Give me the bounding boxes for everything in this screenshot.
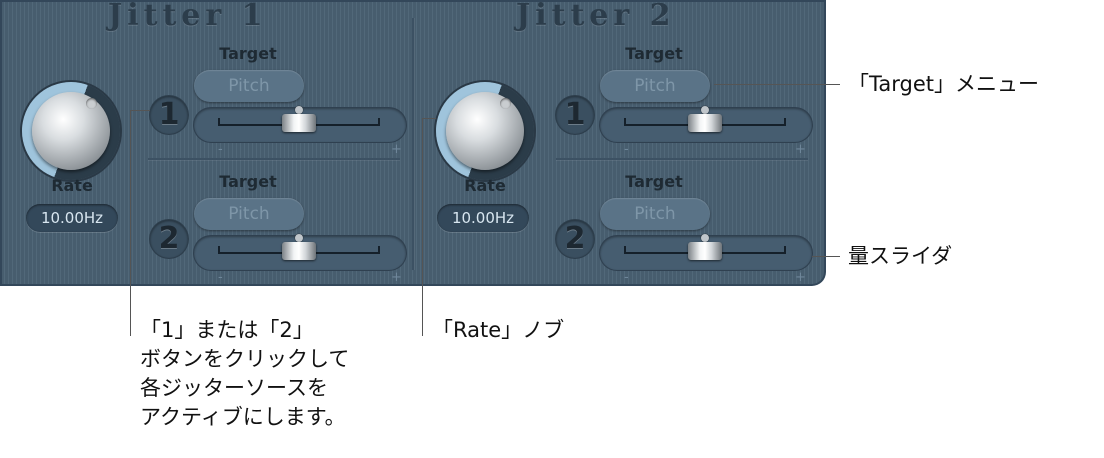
- amount-slider-leader-line: [812, 256, 840, 257]
- jitter1-source2-target-label: Target: [219, 172, 277, 191]
- slider-thumb[interactable]: [282, 114, 316, 132]
- jitter1-source2-amount-slider[interactable]: [194, 234, 406, 270]
- jitter2-source1-button[interactable]: 1: [556, 96, 594, 134]
- knob-cap: [32, 92, 110, 170]
- target-menu-callout: 「Target」メニュー: [848, 72, 1039, 96]
- slider-minus-label: -: [624, 142, 629, 157]
- section-divider: [412, 18, 414, 270]
- jitter1-source2-target-menu[interactable]: Pitch: [194, 198, 304, 230]
- jitter2-source1-target-menu[interactable]: Pitch: [600, 70, 710, 102]
- jitter2-source1-target-label: Target: [625, 44, 683, 63]
- slider-thumb[interactable]: [688, 114, 722, 132]
- slider-plus-label: +: [391, 270, 402, 285]
- jitter2-rate-value[interactable]: 10.00Hz: [437, 204, 529, 232]
- knob-indicator-dot: [500, 98, 511, 109]
- slider-thumb[interactable]: [282, 242, 316, 260]
- jitter2-rate-label: Rate: [464, 176, 506, 195]
- slider-center-dot: [701, 234, 709, 242]
- rate-knob-leader-line: [422, 118, 423, 336]
- jitter-plugin-panel: Jitter 1 Rate 10.00Hz 1 Target Pitch - +…: [0, 0, 826, 286]
- source-divider: [556, 158, 808, 160]
- slider-center-dot: [701, 106, 709, 114]
- jitter2-source2-target-label: Target: [625, 172, 683, 191]
- rate-knob-callout: 「Rate」ノブ: [432, 318, 565, 342]
- slider-minus-label: -: [624, 270, 629, 285]
- source-divider: [148, 158, 400, 160]
- slider-plus-label: +: [795, 270, 806, 285]
- jitter1-rate-label: Rate: [51, 176, 93, 195]
- source-buttons-callout: 「1」または「2」 ボタンをクリックして 各ジッターソースを アクティブにします…: [140, 318, 350, 429]
- amount-slider-callout: 量スライダ: [848, 244, 953, 268]
- jitter2-title: Jitter 2: [516, 0, 676, 33]
- slider-plus-label: +: [391, 142, 402, 157]
- rate-knob-leader-tick: [422, 118, 436, 119]
- slider-thumb[interactable]: [688, 242, 722, 260]
- jitter1-source1-target-label: Target: [219, 44, 277, 63]
- slider-center-dot: [295, 106, 303, 114]
- slider-center-dot: [295, 234, 303, 242]
- source-buttons-leader-line: [130, 110, 131, 336]
- jitter2-source1-amount-slider[interactable]: [600, 106, 812, 142]
- target-menu-leader-line: [714, 84, 840, 85]
- slider-minus-label: -: [218, 142, 223, 157]
- slider-minus-label: -: [218, 270, 223, 285]
- knob-indicator-dot: [86, 98, 97, 109]
- jitter1-source1-amount-slider[interactable]: [194, 106, 406, 142]
- jitter1-rate-knob[interactable]: [22, 82, 120, 180]
- jitter2-source2-target-menu[interactable]: Pitch: [600, 198, 710, 230]
- jitter1-source2-button[interactable]: 2: [150, 220, 188, 258]
- slider-plus-label: +: [795, 142, 806, 157]
- jitter1-rate-value[interactable]: 10.00Hz: [26, 204, 118, 232]
- jitter2-source2-button[interactable]: 2: [556, 220, 594, 258]
- source-buttons-leader-tick: [130, 110, 150, 111]
- jitter2-rate-knob[interactable]: [436, 82, 534, 180]
- jitter1-title: Jitter 1: [108, 0, 268, 33]
- jitter1-source1-target-menu[interactable]: Pitch: [194, 70, 304, 102]
- jitter2-source2-amount-slider[interactable]: [600, 234, 812, 270]
- knob-cap: [446, 92, 524, 170]
- jitter1-source1-button[interactable]: 1: [150, 96, 188, 134]
